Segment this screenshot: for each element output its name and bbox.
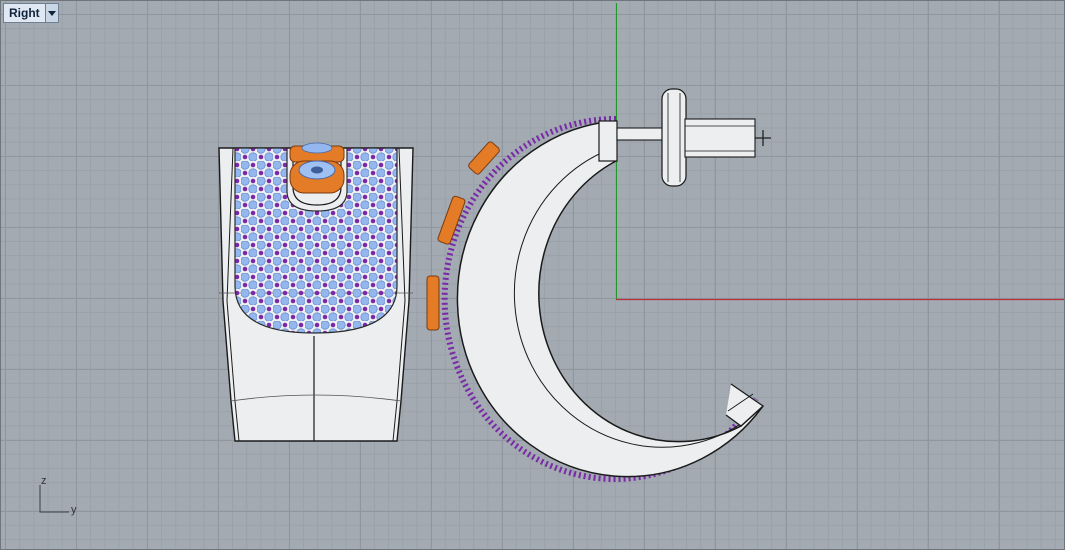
viewport-name[interactable]: Right <box>4 4 45 22</box>
viewport-title-tab[interactable]: Right <box>3 3 59 23</box>
earring-post[interactable] <box>616 88 771 187</box>
orange-bezel-stone[interactable] <box>289 142 345 194</box>
axis-label-y: y <box>71 504 77 516</box>
axis-label-z: z <box>41 475 47 487</box>
side-orange-stone-1[interactable] <box>467 141 500 176</box>
side-orange-stone-2[interactable] <box>437 195 466 245</box>
side-orange-stone-3[interactable] <box>426 275 440 331</box>
earring-side-view[interactable] <box>426 88 771 482</box>
axis-icon: z y <box>39 475 77 516</box>
right-viewport[interactable]: z y Right <box>0 0 1065 550</box>
model-scene: z y <box>39 3 1064 516</box>
chevron-down-icon[interactable] <box>44 4 58 22</box>
earring-front-view[interactable] <box>218 142 414 442</box>
